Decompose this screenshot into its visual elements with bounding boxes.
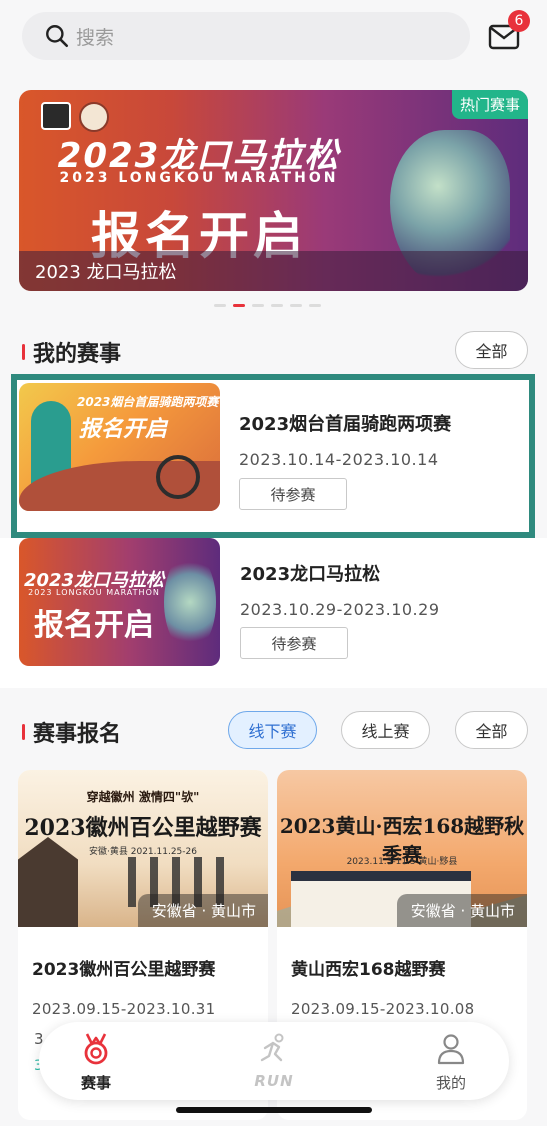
event-title: 2023龙口马拉松: [240, 564, 381, 585]
banner-subtitle: 2023 LONGKOU MARATHON: [59, 170, 339, 186]
my-events-all-button[interactable]: 全部: [455, 331, 528, 369]
carousel-dot[interactable]: [214, 304, 226, 307]
carousel-dot[interactable]: [271, 304, 283, 307]
hero-banner[interactable]: 热门赛事 2023龙口马拉松 2023 LONGKOU MARATHON 报名开…: [19, 90, 528, 291]
event-thumbnail: 2023烟台首届骑跑两项赛 报名开启: [19, 383, 220, 511]
event-dates: 2023.09.15-2023.10.31: [32, 1000, 216, 1018]
event-poster: 穿越徽州 激情四"欤" 2023徽州百公里越野赛 安徽·黄县 2021.11.2…: [18, 770, 268, 927]
carousel-dot[interactable]: [309, 304, 321, 307]
my-event-card-1[interactable]: 2023烟台首届骑跑两项赛 报名开启 2023烟台首届骑跑两项赛 2023.10…: [11, 374, 535, 538]
event-dates: 2023.09.15-2023.10.08: [291, 1000, 475, 1018]
event-dates: 2023.10.29-2023.10.29: [240, 600, 440, 619]
event-name: 2023徽州百公里越野赛: [32, 960, 216, 980]
event-status-badge[interactable]: 待参赛: [239, 478, 347, 510]
thumb-headline: 报名开启: [34, 608, 154, 643]
my-events-title: 我的赛事: [22, 336, 121, 368]
location-tag: 安徽省 · 黄山市: [137, 894, 268, 927]
event-dates: 2023.10.14-2023.10.14: [239, 450, 439, 469]
filter-online[interactable]: 线上赛: [341, 711, 430, 749]
banner-caption: 2023 龙口马拉松: [19, 251, 528, 291]
event-title: 2023烟台首届骑跑两项赛: [239, 414, 452, 435]
carousel-dot-active[interactable]: [233, 304, 245, 307]
tab-label: RUN: [254, 1072, 294, 1090]
runner-icon: [260, 1033, 284, 1062]
bottom-tab-bar: 赛事 RUN 我的: [39, 1022, 509, 1100]
my-event-card-2[interactable]: 2023龙口马拉松 2023 LONGKOU MARATHON 报名开启 202…: [0, 538, 547, 688]
thumb-subtitle: 2023 LONGKOU MARATHON: [28, 588, 160, 597]
organizer-logo: [41, 102, 71, 130]
poster-title: 2023徽州百公里越野赛: [24, 815, 262, 841]
registration-title: 赛事报名: [22, 716, 121, 748]
carousel-dot[interactable]: [252, 304, 264, 307]
bicycle-illustration: [156, 455, 200, 499]
home-indicator: [176, 1107, 372, 1113]
thumb-headline: 报名开启: [79, 417, 168, 442]
poster-slogan: 穿越徽州 激情四"欤": [86, 790, 200, 804]
event-name: 黄山西宏168越野赛: [291, 960, 446, 980]
tab-label: 我的: [435, 1074, 466, 1092]
search-icon: [46, 25, 69, 48]
messages-button[interactable]: 6: [486, 10, 530, 52]
tab-me[interactable]: 我的: [406, 1032, 496, 1093]
tab-label: 赛事: [80, 1074, 111, 1092]
filter-all[interactable]: 全部: [455, 711, 528, 749]
poster-date: 2023.11.3-11.5 黄山·黟县: [346, 857, 458, 867]
carousel-dots[interactable]: [214, 304, 321, 307]
thumb-title: 2023烟台首届骑跑两项赛: [77, 395, 219, 409]
event-poster: 2023黄山·西宏168越野秋季赛 2023.11.3-11.5 黄山·黟县 安…: [277, 770, 527, 927]
location-tag: 安徽省 · 黄山市: [396, 894, 527, 927]
medal-icon: [84, 1033, 108, 1065]
event-status-badge[interactable]: 待参赛: [240, 627, 348, 659]
person-icon: [437, 1034, 465, 1065]
tab-run[interactable]: RUN: [229, 1032, 319, 1090]
event-thumbnail: 2023龙口马拉松 2023 LONGKOU MARATHON 报名开启: [19, 538, 220, 666]
message-count-badge: 6: [508, 10, 530, 32]
filter-offline[interactable]: 线下赛: [228, 711, 317, 749]
search-bar[interactable]: 搜索: [22, 12, 470, 60]
dragon-illustration: [164, 552, 216, 652]
tab-events[interactable]: 赛事: [51, 1032, 141, 1093]
carousel-dot[interactable]: [290, 304, 302, 307]
hot-event-tag: 热门赛事: [451, 90, 528, 119]
search-placeholder: 搜索: [76, 26, 115, 49]
